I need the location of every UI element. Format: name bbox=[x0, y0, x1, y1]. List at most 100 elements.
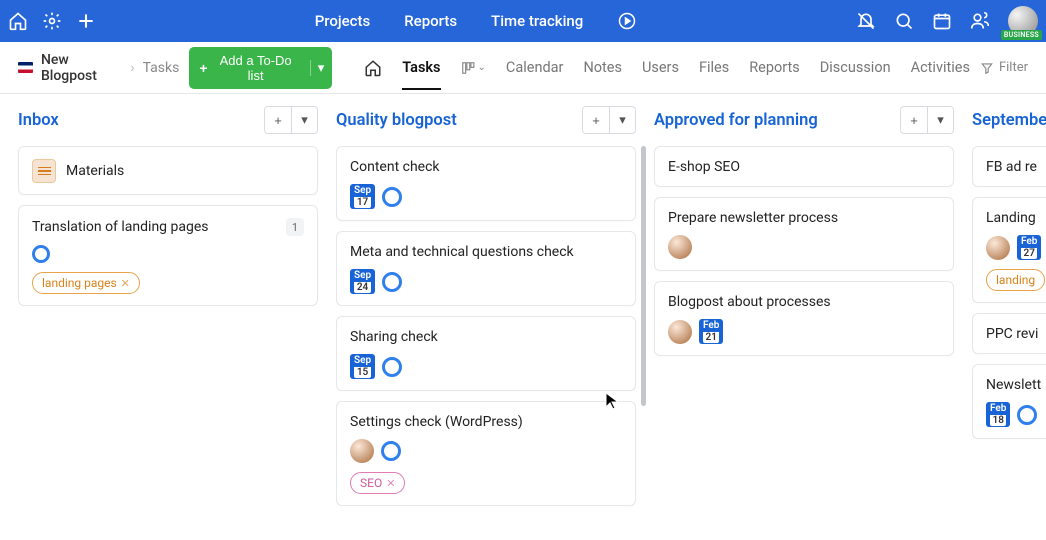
chevron-down-icon[interactable]: ▾ bbox=[310, 60, 325, 76]
column-quality: Quality blogpost + ▾ Content check Sep17… bbox=[336, 102, 636, 540]
scrollbar[interactable] bbox=[641, 146, 646, 406]
home-icon[interactable] bbox=[8, 11, 28, 31]
date-tag: Sep17 bbox=[350, 184, 375, 209]
card-title: Content check bbox=[350, 159, 440, 175]
column-menu-button[interactable]: ▾ bbox=[609, 107, 635, 133]
status-ring-icon bbox=[1017, 405, 1037, 425]
date-tag: Sep24 bbox=[350, 269, 375, 294]
column-approved: Approved for planning + ▾ E-shop SEO Pre… bbox=[654, 102, 954, 540]
card-title: FB ad re bbox=[986, 159, 1037, 175]
card[interactable]: Meta and technical questions check Sep24 bbox=[336, 231, 636, 306]
tag-pill[interactable]: SEO ✕ bbox=[350, 472, 405, 494]
add-todo-label: Add a To-Do list bbox=[213, 53, 299, 83]
card[interactable]: Prepare newsletter process bbox=[654, 197, 954, 271]
tab-calendar[interactable]: Calendar bbox=[506, 45, 564, 90]
breadcrumb-section[interactable]: Tasks bbox=[143, 60, 180, 76]
date-tag: Feb18 bbox=[986, 402, 1010, 427]
column-add-button[interactable]: + bbox=[901, 107, 927, 133]
tab-tasks[interactable]: Tasks bbox=[402, 45, 440, 90]
tab-home-icon[interactable] bbox=[364, 59, 382, 77]
tag-label: landing pages bbox=[42, 276, 117, 290]
card-title: Blogpost about processes bbox=[668, 294, 831, 310]
column-title[interactable]: Approved for planning bbox=[654, 111, 818, 130]
tab-users[interactable]: Users bbox=[642, 45, 679, 90]
tag-pill[interactable]: landing bbox=[986, 269, 1045, 291]
filter-button[interactable]: Filter bbox=[980, 60, 1028, 75]
tab-discussion[interactable]: Discussion bbox=[820, 45, 891, 90]
breadcrumb-sep: › bbox=[130, 60, 134, 76]
column-menu-button[interactable]: ▾ bbox=[291, 107, 317, 133]
card-title: Meta and technical questions check bbox=[350, 244, 574, 260]
gear-icon[interactable] bbox=[42, 11, 62, 31]
play-icon[interactable] bbox=[617, 11, 637, 31]
filter-label: Filter bbox=[999, 60, 1028, 75]
bell-icon[interactable] bbox=[856, 11, 876, 31]
card[interactable]: FB ad re bbox=[972, 146, 1046, 187]
card[interactable]: PPC revi bbox=[972, 313, 1046, 354]
status-ring-icon bbox=[32, 245, 50, 263]
card-count: 1 bbox=[286, 218, 304, 236]
column-title[interactable]: September bbox=[972, 111, 1046, 130]
column-add-button[interactable]: + bbox=[265, 107, 291, 133]
tag-label: SEO bbox=[360, 476, 382, 490]
nav-reports[interactable]: Reports bbox=[404, 12, 457, 30]
avatar[interactable]: BUSINESS bbox=[1008, 6, 1038, 36]
column-menu-button[interactable]: ▾ bbox=[927, 107, 953, 133]
card-title: PPC revi bbox=[986, 326, 1038, 342]
status-ring-icon bbox=[382, 272, 402, 292]
flag-icon bbox=[18, 62, 33, 73]
card-title: Sharing check bbox=[350, 329, 438, 345]
card-title: Materials bbox=[66, 163, 124, 179]
column-title[interactable]: Quality blogpost bbox=[336, 111, 457, 130]
column-title[interactable]: Inbox bbox=[18, 111, 59, 130]
column-september: September FB ad re Landing Feb27 landing… bbox=[972, 102, 1046, 540]
plus-icon[interactable] bbox=[76, 11, 96, 31]
card[interactable]: E-shop SEO bbox=[654, 146, 954, 187]
card[interactable]: Landing Feb27 landing bbox=[972, 197, 1046, 303]
search-icon[interactable] bbox=[894, 11, 914, 31]
assignee-avatar bbox=[668, 235, 692, 259]
users-icon[interactable] bbox=[970, 11, 990, 31]
tab-notes[interactable]: Notes bbox=[583, 45, 622, 90]
card[interactable]: Materials bbox=[18, 146, 318, 195]
tab-files[interactable]: Files bbox=[699, 45, 729, 90]
date-tag: Feb27 bbox=[1017, 235, 1041, 260]
board-view-icon[interactable]: ⌄ bbox=[461, 61, 486, 75]
card[interactable]: Newslett Feb18 bbox=[972, 364, 1046, 439]
card[interactable]: Content check Sep17 bbox=[336, 146, 636, 221]
tag-remove-icon[interactable]: ✕ bbox=[121, 277, 130, 290]
assignee-avatar bbox=[668, 320, 692, 344]
list-icon bbox=[32, 159, 56, 183]
tag-pill[interactable]: landing pages ✕ bbox=[32, 272, 140, 294]
nav-projects[interactable]: Projects bbox=[315, 12, 371, 30]
status-ring-icon bbox=[382, 187, 402, 207]
card-title: Newslett bbox=[986, 377, 1041, 393]
calendar-icon[interactable] bbox=[932, 11, 952, 31]
card-title: Prepare newsletter process bbox=[668, 210, 838, 226]
assignee-avatar bbox=[350, 439, 374, 463]
tag-label: landing bbox=[996, 273, 1035, 287]
breadcrumb: New Blogpost › Tasks bbox=[18, 52, 179, 84]
breadcrumb-project[interactable]: New Blogpost bbox=[41, 52, 122, 84]
column-actions: + ▾ bbox=[582, 106, 636, 134]
column-actions: + ▾ bbox=[264, 106, 318, 134]
card[interactable]: Translation of landing pages 1 landing p… bbox=[18, 205, 318, 306]
card[interactable]: Blogpost about processes Feb21 bbox=[654, 281, 954, 356]
column-add-button[interactable]: + bbox=[583, 107, 609, 133]
nav-timetracking[interactable]: Time tracking bbox=[491, 12, 583, 30]
date-tag: Feb21 bbox=[699, 319, 723, 344]
avatar-badge: BUSINESS bbox=[1001, 30, 1042, 40]
add-todo-button[interactable]: + Add a To-Do list ▾ bbox=[189, 47, 332, 89]
card[interactable]: Settings check (WordPress) SEO ✕ bbox=[336, 401, 636, 506]
status-ring-icon bbox=[382, 357, 402, 377]
date-tag: Sep15 bbox=[350, 354, 375, 379]
card-title: Landing bbox=[986, 210, 1036, 226]
tag-remove-icon[interactable]: ✕ bbox=[386, 477, 395, 490]
status-ring-icon bbox=[381, 441, 401, 461]
tab-activities[interactable]: Activities bbox=[911, 45, 970, 90]
card-title: E-shop SEO bbox=[668, 159, 740, 175]
card[interactable]: Sharing check Sep15 bbox=[336, 316, 636, 391]
assignee-avatar bbox=[986, 236, 1010, 260]
column-actions: + ▾ bbox=[900, 106, 954, 134]
tab-reports[interactable]: Reports bbox=[749, 45, 800, 90]
